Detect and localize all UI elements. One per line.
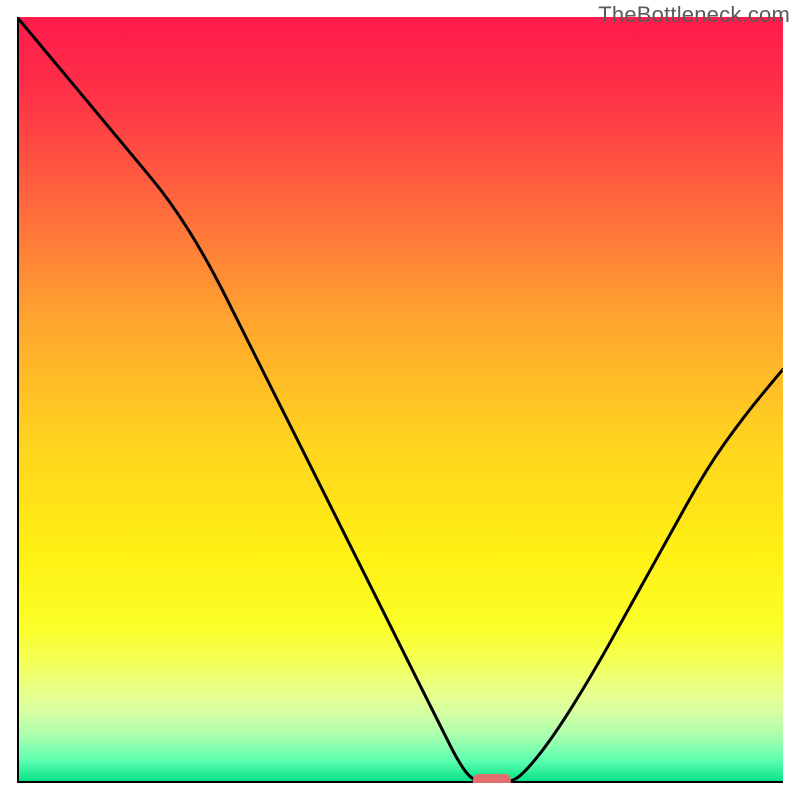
bottleneck-chart [17,17,783,783]
chart-svg [17,17,783,783]
watermark-text: TheBottleneck.com [598,2,790,28]
chart-background [17,17,783,783]
optimal-marker [473,774,511,783]
